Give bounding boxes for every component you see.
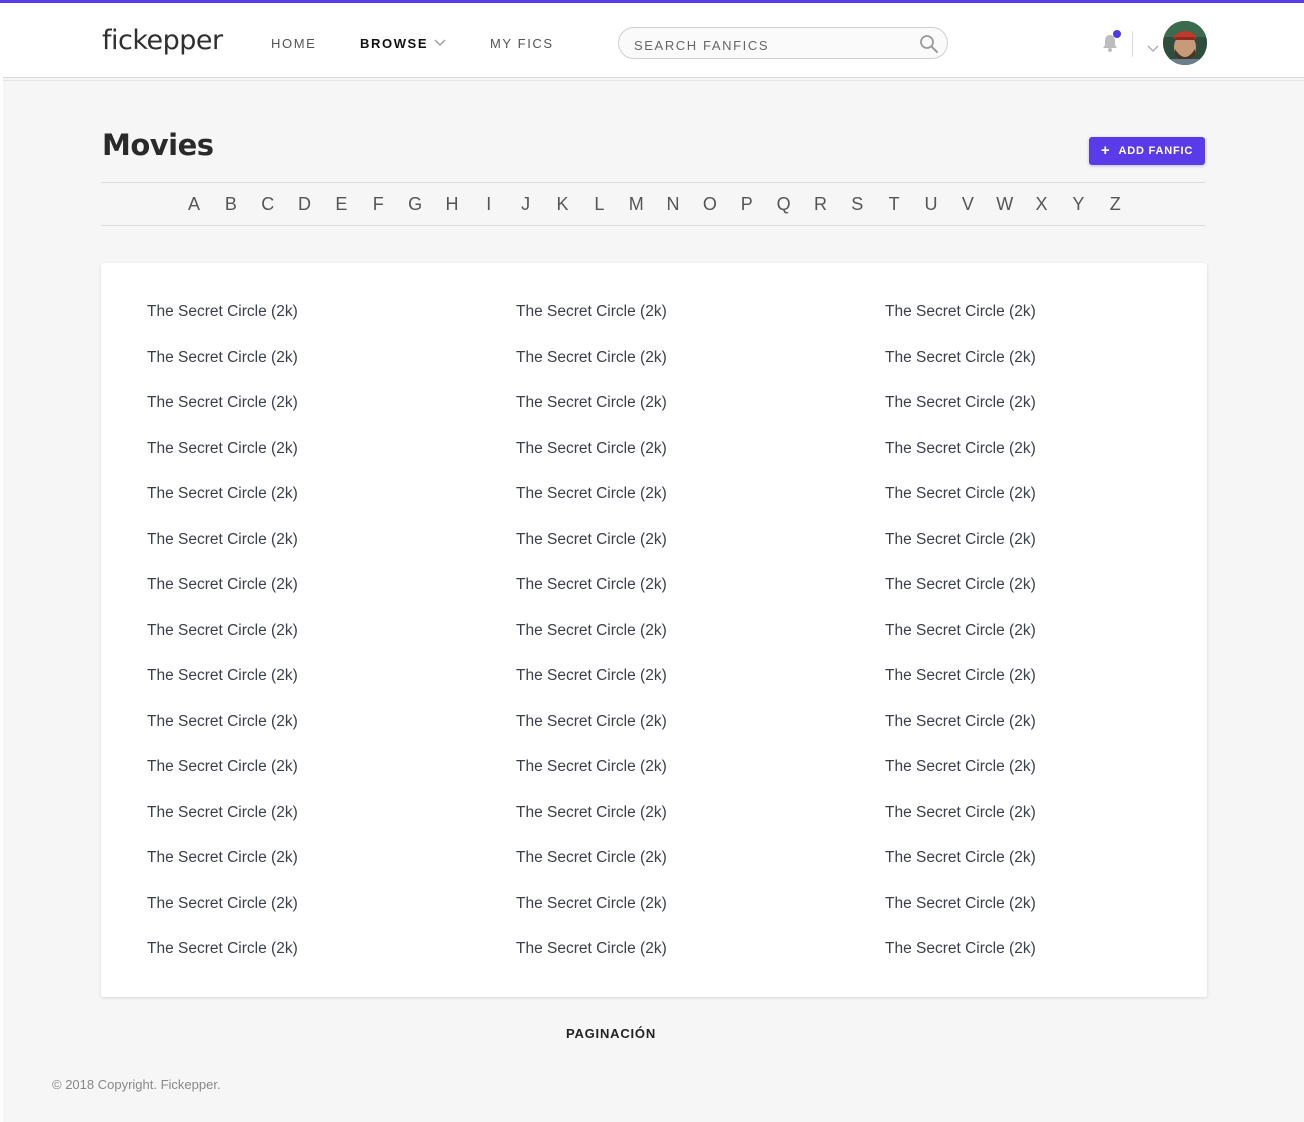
alphabet-letter-c[interactable]: C	[261, 194, 274, 215]
fanfic-link[interactable]: The Secret Circle (2k)	[885, 895, 1036, 913]
fanfic-link[interactable]: The Secret Circle (2k)	[147, 394, 298, 412]
search-bar	[618, 27, 948, 59]
fanfic-link[interactable]: The Secret Circle (2k)	[885, 349, 1036, 367]
nav-browse-label: BROWSE	[360, 36, 429, 51]
fanfic-link[interactable]: The Secret Circle (2k)	[147, 713, 298, 731]
nav-my-fics[interactable]: MY FICS	[490, 36, 554, 51]
fanfic-link[interactable]: The Secret Circle (2k)	[147, 667, 298, 685]
plus-icon: +	[1100, 142, 1111, 159]
alphabet-letter-o[interactable]: O	[703, 194, 717, 215]
fanfic-list-card: The Secret Circle (2k) The Secret Circle …	[101, 263, 1207, 997]
top-navbar: fickepper HOME BROWSE MY FICS	[0, 0, 1304, 81]
fanfic-link[interactable]: The Secret Circle (2k)	[516, 531, 667, 549]
fanfic-link[interactable]: The Secret Circle (2k)	[885, 485, 1036, 503]
alphabet-letter-b[interactable]: B	[225, 194, 237, 215]
divider	[3, 77, 1304, 78]
alphabet-letter-x[interactable]: X	[1036, 194, 1048, 215]
search-icon[interactable]	[919, 34, 939, 59]
fanfic-link[interactable]: The Secret Circle (2k)	[516, 394, 667, 412]
alphabet-letter-p[interactable]: P	[741, 194, 753, 215]
alphabet-letter-e[interactable]: E	[335, 194, 347, 215]
fanfic-link[interactable]: The Secret Circle (2k)	[516, 713, 667, 731]
alphabet-letter-t[interactable]: T	[889, 194, 900, 215]
fanfic-link[interactable]: The Secret Circle (2k)	[885, 576, 1036, 594]
alphabet-letter-a[interactable]: A	[188, 194, 200, 215]
alphabet-letter-q[interactable]: Q	[777, 194, 791, 215]
notification-badge	[1113, 30, 1121, 38]
fanfic-link[interactable]: The Secret Circle (2k)	[147, 576, 298, 594]
footer-copyright: © 2018 Copyright. Fickepper.	[52, 1077, 221, 1092]
chevron-down-icon[interactable]	[1147, 40, 1159, 58]
fanfic-link[interactable]: The Secret Circle (2k)	[885, 394, 1036, 412]
nav-browse[interactable]: BROWSE	[360, 36, 446, 51]
add-fanfic-button[interactable]: + ADD FANFIC	[1089, 137, 1205, 165]
fanfic-link[interactable]: The Secret Circle (2k)	[147, 758, 298, 776]
divider	[3, 80, 1304, 81]
fanfic-link[interactable]: The Secret Circle (2k)	[885, 804, 1036, 822]
alphabet-letter-g[interactable]: G	[408, 194, 422, 215]
fanfic-link[interactable]: The Secret Circle (2k)	[147, 804, 298, 822]
fanfic-link[interactable]: The Secret Circle (2k)	[885, 713, 1036, 731]
pagination[interactable]: PAGINACIÓN	[0, 1026, 1222, 1041]
fanfic-link[interactable]: The Secret Circle (2k)	[885, 622, 1036, 640]
fanfic-link[interactable]: The Secret Circle (2k)	[516, 349, 667, 367]
fanfic-link[interactable]: The Secret Circle (2k)	[147, 531, 298, 549]
alphabet-letter-f[interactable]: F	[373, 194, 384, 215]
alphabet-letter-j[interactable]: J	[521, 194, 530, 215]
alphabet-letter-v[interactable]: V	[962, 194, 974, 215]
alphabet-letter-m[interactable]: M	[629, 194, 644, 215]
fanfic-link[interactable]: The Secret Circle (2k)	[516, 758, 667, 776]
alphabet-letter-s[interactable]: S	[851, 194, 863, 215]
fanfic-link[interactable]: The Secret Circle (2k)	[147, 303, 298, 321]
fanfic-link[interactable]: The Secret Circle (2k)	[147, 440, 298, 458]
fanfic-link[interactable]: The Secret Circle (2k)	[516, 576, 667, 594]
chevron-down-icon	[434, 35, 446, 50]
alphabet-letter-d[interactable]: D	[298, 194, 311, 215]
fanfic-link[interactable]: The Secret Circle (2k)	[516, 303, 667, 321]
fanfic-link[interactable]: The Secret Circle (2k)	[885, 303, 1036, 321]
fanfic-link[interactable]: The Secret Circle (2k)	[885, 440, 1036, 458]
alphabet-letter-h[interactable]: H	[445, 194, 458, 215]
header-divider	[1132, 31, 1133, 57]
fanfic-link[interactable]: The Secret Circle (2k)	[885, 667, 1036, 685]
fanfic-link[interactable]: The Secret Circle (2k)	[516, 849, 667, 867]
page-title: Movies	[102, 128, 214, 162]
alphabet-letter-y[interactable]: Y	[1072, 194, 1084, 215]
fanfic-link[interactable]: The Secret Circle (2k)	[147, 349, 298, 367]
search-input[interactable]	[632, 34, 906, 56]
fanfic-link[interactable]: The Secret Circle (2k)	[516, 622, 667, 640]
add-fanfic-label: ADD FANFIC	[1118, 145, 1194, 157]
fanfic-link[interactable]: The Secret Circle (2k)	[147, 940, 298, 958]
fanfic-link[interactable]: The Secret Circle (2k)	[516, 895, 667, 913]
avatar[interactable]	[1163, 21, 1207, 65]
alphabet-letter-u[interactable]: U	[925, 194, 938, 215]
fanfic-link[interactable]: The Secret Circle (2k)	[147, 485, 298, 503]
fanfic-link[interactable]: The Secret Circle (2k)	[147, 895, 298, 913]
fanfic-link[interactable]: The Secret Circle (2k)	[885, 940, 1036, 958]
fanfic-link[interactable]: The Secret Circle (2k)	[885, 758, 1036, 776]
fanfic-link[interactable]: The Secret Circle (2k)	[516, 440, 667, 458]
alphabet-letter-n[interactable]: N	[667, 194, 680, 215]
alphabet-letter-l[interactable]: L	[594, 194, 604, 215]
fanfic-link[interactable]: The Secret Circle (2k)	[516, 667, 667, 685]
fanfic-link[interactable]: The Secret Circle (2k)	[885, 849, 1036, 867]
fanfic-link[interactable]: The Secret Circle (2k)	[516, 804, 667, 822]
fanfic-link[interactable]: The Secret Circle (2k)	[516, 940, 667, 958]
alphabet-filter: A B C D E F G H I J K L M N O P Q R S T U V W X Y Z	[101, 182, 1206, 226]
alphabet-letter-i[interactable]: I	[486, 194, 491, 215]
alphabet-letter-w[interactable]: W	[996, 194, 1013, 215]
fanfic-link[interactable]: The Secret Circle (2k)	[516, 485, 667, 503]
alphabet-letter-k[interactable]: K	[556, 194, 568, 215]
fanfic-link[interactable]: The Secret Circle (2k)	[147, 849, 298, 867]
alphabet-letter-r[interactable]: R	[814, 194, 827, 215]
alphabet-letter-z[interactable]: Z	[1110, 194, 1121, 215]
fanfic-link[interactable]: The Secret Circle (2k)	[147, 622, 298, 640]
logo[interactable]: fickepper	[102, 25, 223, 56]
nav-home[interactable]: HOME	[271, 36, 316, 51]
fanfic-link[interactable]: The Secret Circle (2k)	[885, 531, 1036, 549]
